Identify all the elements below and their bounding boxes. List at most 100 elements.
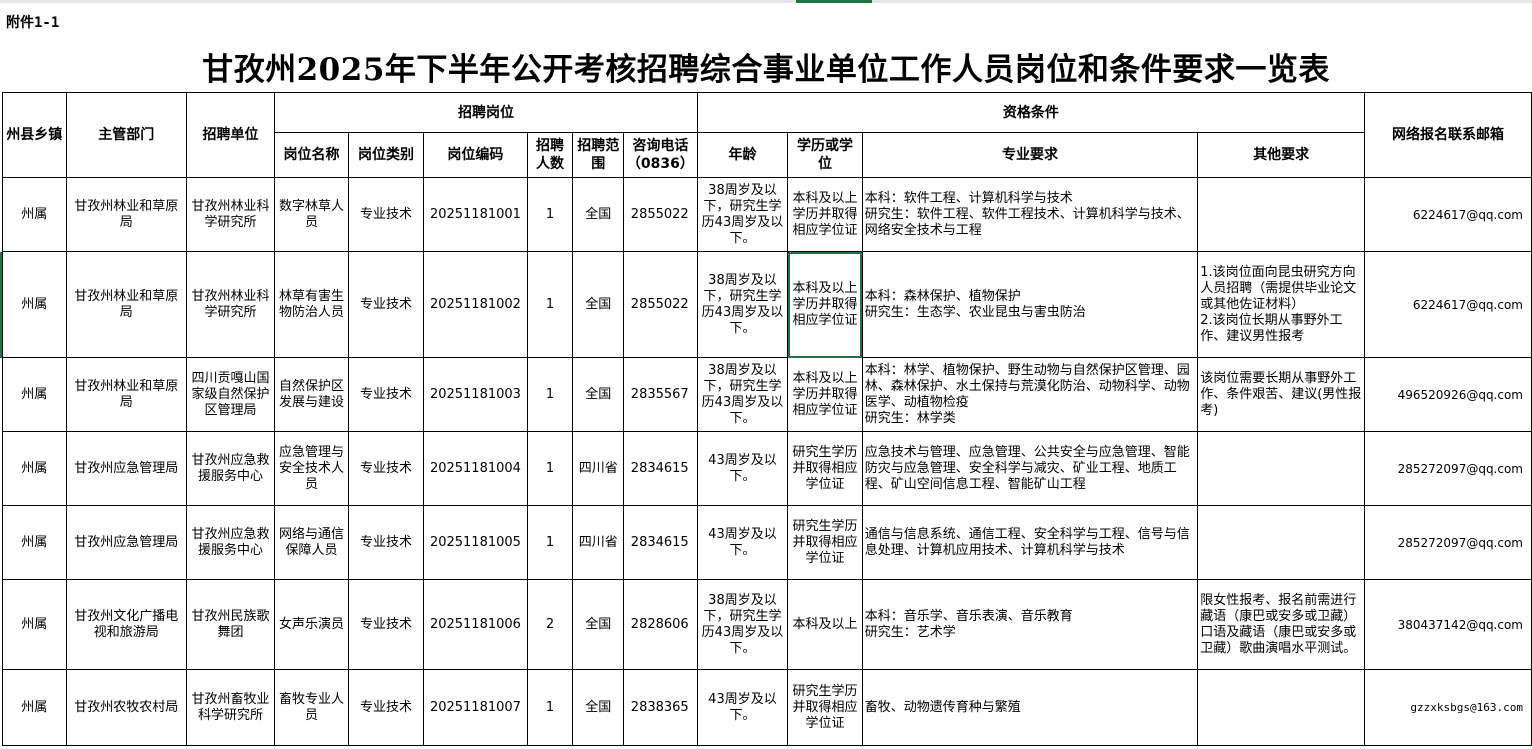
cell-count[interactable]: 1 <box>526 357 574 432</box>
header-post-code[interactable]: 岗位编码 <box>423 132 528 178</box>
cell-county[interactable]: 州属 <box>2 505 67 580</box>
cell-count[interactable]: 1 <box>526 177 574 252</box>
cell-edu[interactable]: 研究生学历并取得相应学位证 <box>787 669 863 746</box>
cell-other[interactable]: 1.该岗位面向昆虫研究方向人员招聘（需提供毕业论文或其他佐证材料） 2.该岗位长… <box>1197 251 1366 358</box>
cell-count[interactable]: 1 <box>526 251 574 358</box>
cell-post-name[interactable]: 林草有害生物防治人员 <box>274 251 349 358</box>
cell-post-code[interactable]: 20251181007 <box>423 669 528 746</box>
header-email[interactable]: 网络报名联系邮箱 <box>1364 92 1532 178</box>
cell-edu[interactable]: 研究生学历并取得相应学位证 <box>787 505 863 580</box>
cell-other[interactable] <box>1197 669 1366 746</box>
cell-email[interactable]: 285272097@qq.com <box>1364 431 1532 506</box>
header-age[interactable]: 年龄 <box>696 132 789 178</box>
cell-dept[interactable]: 甘孜州文化广播电视和旅游局 <box>65 579 187 670</box>
annex-label[interactable]: 附件1-1 <box>6 12 59 32</box>
cell-phone[interactable]: 2838365 <box>623 669 698 746</box>
cell-post-code[interactable]: 20251181006 <box>423 579 528 670</box>
header-dept[interactable]: 主管部门 <box>65 92 187 178</box>
cell-major[interactable]: 本科：森林保护、植物保护 研究生：生态学、农业昆虫与害虫防治 <box>861 251 1199 358</box>
cell-post-code[interactable]: 20251181002 <box>423 251 528 358</box>
cell-major[interactable]: 畜牧、动物遗传育种与繁殖 <box>861 669 1199 746</box>
cell-post-name[interactable]: 网络与通信保障人员 <box>274 505 349 580</box>
cell-age[interactable]: 38周岁及以下，研究生学历43周岁及以下。 <box>696 357 789 432</box>
cell-other[interactable] <box>1197 505 1366 580</box>
cell-phone[interactable]: 2855022 <box>623 251 698 358</box>
cell-major[interactable]: 应急技术与管理、应急管理、公共安全与应急管理、智能防灾与应急管理、安全科学与减灾… <box>861 431 1199 506</box>
cell-unit[interactable]: 四川贡嘎山国家级自然保护区管理局 <box>185 357 276 432</box>
cell-count[interactable]: 1 <box>526 669 574 746</box>
cell-post-code[interactable]: 20251181005 <box>423 505 528 580</box>
page-title[interactable]: 甘孜州2025年下半年公开考核招聘综合事业单位工作人员岗位和条件要求一览表 <box>0 44 1532 89</box>
cell-dept[interactable]: 甘孜州林业和草原局 <box>65 177 187 252</box>
cell-age[interactable]: 38周岁及以下，研究生学历43周岁及以下。 <box>696 579 789 670</box>
cell-scope[interactable]: 全国 <box>572 357 625 432</box>
cell-county[interactable]: 州属 <box>2 357 67 432</box>
cell-county[interactable]: 州属 <box>2 431 67 506</box>
cell-other[interactable] <box>1197 177 1366 252</box>
header-count[interactable]: 招聘人数 <box>526 132 574 178</box>
cell-phone[interactable]: 2834615 <box>623 431 698 506</box>
cell-unit[interactable]: 甘孜州应急救援服务中心 <box>185 505 276 580</box>
header-edu[interactable]: 学历或学位 <box>787 132 863 178</box>
cell-post-name[interactable]: 应急管理与安全技术人员 <box>274 431 349 506</box>
header-post-type[interactable]: 岗位类别 <box>347 132 425 178</box>
cell-post-code[interactable]: 20251181003 <box>423 357 528 432</box>
cell-email[interactable]: 496520926@qq.com <box>1364 357 1532 432</box>
cell-phone[interactable]: 2828606 <box>623 579 698 670</box>
cell-post-type[interactable]: 专业技术 <box>347 251 425 358</box>
cell-age[interactable]: 43周岁及以下。 <box>696 431 789 506</box>
cell-email[interactable]: 285272097@qq.com <box>1364 505 1532 580</box>
header-phone[interactable]: 咨询电话（0836） <box>623 132 698 178</box>
header-post-group[interactable]: 招聘岗位 <box>274 92 698 133</box>
cell-unit[interactable]: 甘孜州应急救援服务中心 <box>185 431 276 506</box>
cell-scope[interactable]: 全国 <box>572 669 625 746</box>
cell-phone[interactable]: 2834615 <box>623 505 698 580</box>
header-post-name[interactable]: 岗位名称 <box>274 132 349 178</box>
cell-post-name[interactable]: 畜牧专业人员 <box>274 669 349 746</box>
cell-post-name[interactable]: 数字林草人员 <box>274 177 349 252</box>
cell-scope[interactable]: 四川省 <box>572 431 625 506</box>
cell-unit[interactable]: 甘孜州林业科学研究所 <box>185 177 276 252</box>
cell-county[interactable]: 州属 <box>2 177 67 252</box>
cell-dept[interactable]: 甘孜州林业和草原局 <box>65 251 187 358</box>
cell-email[interactable]: 6224617@qq.com <box>1364 177 1532 252</box>
cell-edu[interactable]: 本科及以上学历并取得相应学位证 <box>787 251 863 358</box>
cell-post-name[interactable]: 女声乐演员 <box>274 579 349 670</box>
cell-county[interactable]: 州属 <box>2 251 67 358</box>
cell-major[interactable]: 通信与信息系统、通信工程、安全科学与工程、信号与信息处理、计算机应用技术、计算机… <box>861 505 1199 580</box>
cell-other[interactable]: 该岗位需要长期从事野外工作、条件艰苦、建议(男性报考) <box>1197 357 1366 432</box>
cell-scope[interactable]: 四川省 <box>572 505 625 580</box>
cell-age[interactable]: 38周岁及以下，研究生学历43周岁及以下。 <box>696 251 789 358</box>
cell-dept[interactable]: 甘孜州应急管理局 <box>65 505 187 580</box>
cell-post-type[interactable]: 专业技术 <box>347 431 425 506</box>
cell-email[interactable]: 6224617@qq.com <box>1364 251 1532 358</box>
cell-major[interactable]: 本科：林学、植物保护、野生动物与自然保护区管理、园林、森林保护、水土保持与荒漠化… <box>861 357 1199 432</box>
cell-county[interactable]: 州属 <box>2 669 67 746</box>
cell-post-type[interactable]: 专业技术 <box>347 505 425 580</box>
cell-count[interactable]: 2 <box>526 579 574 670</box>
cell-post-code[interactable]: 20251181001 <box>423 177 528 252</box>
cell-scope[interactable]: 全国 <box>572 579 625 670</box>
cell-dept[interactable]: 甘孜州应急管理局 <box>65 431 187 506</box>
cell-scope[interactable]: 全国 <box>572 177 625 252</box>
cell-edu[interactable]: 本科及以上学历并取得相应学位证 <box>787 177 863 252</box>
cell-major[interactable]: 本科：音乐学、音乐表演、音乐教育 研究生：艺术学 <box>861 579 1199 670</box>
cell-major[interactable]: 本科：软件工程、计算机科学与技术 研究生：软件工程、软件工程技术、计算机科学与技… <box>861 177 1199 252</box>
cell-post-type[interactable]: 专业技术 <box>347 579 425 670</box>
cell-county[interactable]: 州属 <box>2 579 67 670</box>
cell-post-type[interactable]: 专业技术 <box>347 177 425 252</box>
cell-post-type[interactable]: 专业技术 <box>347 357 425 432</box>
cell-age[interactable]: 38周岁及以下，研究生学历43周岁及以下。 <box>696 177 789 252</box>
cell-post-name[interactable]: 自然保护区发展与建设 <box>274 357 349 432</box>
header-qual-group[interactable]: 资格条件 <box>696 92 1366 133</box>
cell-email[interactable]: 380437142@qq.com <box>1364 579 1532 670</box>
cell-post-code[interactable]: 20251181004 <box>423 431 528 506</box>
header-county[interactable]: 州县乡镇 <box>2 92 67 178</box>
cell-phone[interactable]: 2855022 <box>623 177 698 252</box>
cell-age[interactable]: 43周岁及以下。 <box>696 505 789 580</box>
header-unit[interactable]: 招聘单位 <box>185 92 276 178</box>
cell-unit[interactable]: 甘孜州畜牧业科学研究所 <box>185 669 276 746</box>
cell-phone[interactable]: 2835567 <box>623 357 698 432</box>
cell-count[interactable]: 1 <box>526 505 574 580</box>
cell-age[interactable]: 43周岁及以下。 <box>696 669 789 746</box>
